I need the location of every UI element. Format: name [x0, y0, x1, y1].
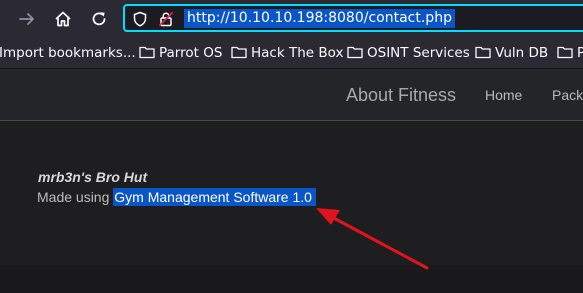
folder-icon	[139, 45, 155, 59]
bookmarks-bar: Import bookmarks... Parrot OS Hack The B…	[0, 38, 583, 69]
software-name-highlight: Gym Management Software 1.0	[113, 188, 316, 206]
url-text[interactable]: http://10.10.10.198:8080/contact.php	[184, 9, 455, 28]
bookmark-label: Parrot OS	[159, 45, 223, 61]
bookmark-hack-the-box[interactable]: Hack The Box	[231, 45, 343, 61]
made-using-prefix: Made using	[37, 189, 114, 205]
folder-icon	[347, 45, 363, 59]
url-bar[interactable]: http://10.10.10.198:8080/contact.php	[123, 4, 583, 32]
bookmark-label: Hack The Box	[251, 45, 344, 61]
folder-icon	[231, 45, 247, 59]
bookmark-partial[interactable]: P	[557, 45, 583, 61]
bookmark-vuln-db[interactable]: Vuln DB	[475, 45, 548, 61]
insecure-lock-icon[interactable]	[158, 11, 174, 27]
shield-icon[interactable]	[132, 11, 148, 27]
bookmark-label: OSINT Services	[367, 45, 470, 61]
home-icon[interactable]	[53, 9, 73, 29]
bookmark-parrot-os[interactable]: Parrot OS	[139, 45, 222, 61]
bookmark-osint-services[interactable]: OSINT Services	[347, 45, 470, 61]
bookmark-label: P	[577, 45, 583, 61]
site-header: About Fitness Home Pack	[0, 69, 583, 121]
nav-packages[interactable]: Pack	[552, 85, 583, 105]
browser-toolbar: http://10.10.10.198:8080/contact.php	[0, 0, 583, 38]
made-using-text: Made using Gym Management Software 1.0	[37, 188, 316, 206]
folder-icon	[557, 45, 573, 59]
nav-home[interactable]: Home	[485, 85, 522, 105]
footer-content: mrb3n's Bro Hut Made using Gym Managemen…	[0, 121, 583, 265]
forward-arrow-icon[interactable]	[17, 9, 37, 29]
reload-icon[interactable]	[89, 9, 109, 29]
import-bookmarks-link[interactable]: Import bookmarks...	[0, 45, 136, 61]
bookmark-label: Vuln DB	[495, 45, 549, 61]
footer-band	[0, 265, 583, 293]
folder-icon	[475, 45, 491, 59]
site-title: mrb3n's Bro Hut	[38, 169, 148, 185]
nav-about-fitness[interactable]: About Fitness	[346, 85, 456, 105]
